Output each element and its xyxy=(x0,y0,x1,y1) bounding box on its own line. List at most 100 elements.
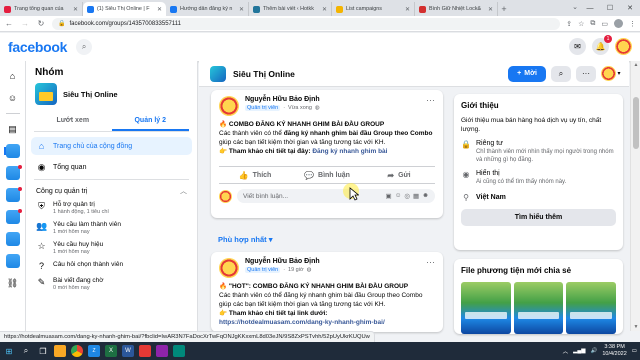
browser-tab[interactable]: Hướng dẫn đăng ký n ✕ xyxy=(166,2,249,16)
scrollbar-thumb[interactable] xyxy=(633,97,639,149)
tab-close-icon[interactable]: ✕ xyxy=(322,6,327,13)
minimize-icon[interactable]: — xyxy=(580,0,600,16)
task-view-icon[interactable]: ❐ xyxy=(37,345,49,357)
invite-button[interactable]: + Mời xyxy=(508,65,546,82)
post-author[interactable]: Nguyễn Hữu Bảo Định xyxy=(245,258,320,265)
tab-close-icon[interactable]: ✕ xyxy=(488,6,493,13)
tab-close-icon[interactable]: ✕ xyxy=(157,6,162,13)
account-avatar[interactable] xyxy=(615,38,632,55)
windows-start-icon[interactable]: ⊞ xyxy=(3,345,15,357)
post-cta-link[interactable]: https://hotdealmuasam.com/dang-ky-nhanh-… xyxy=(219,318,435,327)
browser-tab[interactable]: Trang tổng quan của ✕ xyxy=(0,2,83,16)
more-options-button[interactable]: ··· xyxy=(576,65,596,82)
admin-tool-item[interactable]: ☆ Yêu cầu huy hiệu 1 mới hôm nay xyxy=(26,238,197,258)
file-explorer-icon[interactable] xyxy=(54,345,66,357)
page-scrollbar[interactable]: ▲ ▼ xyxy=(630,61,640,331)
share-button[interactable]: ➦ Gửi xyxy=(363,171,435,180)
maximize-icon[interactable]: ☐ xyxy=(600,0,620,16)
media-thumbnail[interactable] xyxy=(461,282,511,334)
word-icon[interactable]: W xyxy=(122,345,134,357)
group-shortcut-icon[interactable] xyxy=(5,209,22,224)
close-window-icon[interactable]: ✕ xyxy=(620,0,640,16)
sticker-face-icon[interactable]: ☻ xyxy=(422,192,429,200)
group-shortcut-icon[interactable] xyxy=(5,187,22,202)
admin-tool-item[interactable]: ✎ Bài viết đang chờ 0 mới hôm nay xyxy=(26,274,197,294)
tray-chevron-icon[interactable]: ︿ xyxy=(563,347,569,355)
group-shortcut-icon[interactable] xyxy=(5,254,20,268)
author-avatar[interactable] xyxy=(219,258,239,278)
group-shortcut-icon[interactable] xyxy=(5,232,20,246)
share-icon[interactable]: ⇪ xyxy=(566,20,572,28)
volume-icon[interactable]: 🔊 xyxy=(590,348,597,354)
media-thumbnail[interactable] xyxy=(566,282,617,334)
admin-tool-item[interactable]: ? Câu hỏi chọn thành viên xyxy=(26,258,197,274)
group-shortcut-icon[interactable] xyxy=(5,165,22,180)
taskbar-clock[interactable]: 3:38 PM 10/4/2022 xyxy=(602,344,626,358)
admin-tool-item[interactable]: 👥 Yêu cầu làm thành viên 1 mới hôm nay xyxy=(26,218,197,238)
post-as-selector[interactable]: ▾ xyxy=(601,66,621,82)
scroll-up-icon[interactable]: ▲ xyxy=(631,62,640,68)
gif-icon[interactable]: ▦ xyxy=(413,192,419,200)
zalo-icon[interactable]: Z xyxy=(88,345,100,357)
profile-icon[interactable]: ☺ xyxy=(6,91,20,105)
taskbar-search-icon[interactable]: ⌕ xyxy=(20,345,32,357)
browser-menu-icon[interactable]: ⋮ xyxy=(629,20,636,28)
post-time[interactable]: 19 giờ xyxy=(288,267,304,273)
group-header-thumbnail[interactable] xyxy=(210,65,226,82)
chrome-icon[interactable] xyxy=(71,345,83,357)
post-cta-link[interactable]: Đăng ký nhanh ghim bài xyxy=(312,148,387,155)
bookmark-star-icon[interactable]: ☆ xyxy=(578,20,584,28)
url-input[interactable]: 🔒 facebook.com/groups/1435700833557111 xyxy=(52,17,561,30)
sticker-icon[interactable]: ▣ xyxy=(386,192,392,200)
post-more-icon[interactable]: ··· xyxy=(426,96,435,105)
author-avatar[interactable] xyxy=(219,96,239,116)
network-icon[interactable]: ▂▄▆ xyxy=(573,348,585,354)
post-time[interactable]: Vừa xong xyxy=(288,105,312,111)
emoji-icon[interactable]: ☺ xyxy=(395,192,402,200)
extensions-icon[interactable]: ⧉ xyxy=(590,20,595,28)
comment-input[interactable]: Viết bình luận... ▣ ☺ ◎ ▦ ☻ xyxy=(237,189,435,203)
like-button[interactable]: 👍 Thích xyxy=(219,171,291,180)
admin-tool-item[interactable]: ⛨ Hỗ trợ quản trị 1 hành động, 1 tiêu chí xyxy=(26,198,197,218)
facebook-logo[interactable]: facebook xyxy=(8,39,67,55)
sort-selector[interactable]: Phù hợp nhất ▾ xyxy=(218,235,273,244)
group-shortcut-icon[interactable] xyxy=(5,144,20,158)
excel-icon[interactable]: X xyxy=(105,345,117,357)
messenger-icon[interactable]: ✉ xyxy=(569,38,586,55)
search-icon[interactable]: ⌕ xyxy=(76,39,93,55)
browser-tab[interactable]: (1) Siêu Thị Online | F ✕ xyxy=(83,2,166,16)
app-icon[interactable] xyxy=(139,345,151,357)
browser-tab[interactable]: Bình Giữ Nhiệt Lock& ✕ xyxy=(415,2,498,16)
home-icon[interactable]: ⌂ xyxy=(6,69,20,83)
tab-close-icon[interactable]: ✕ xyxy=(239,6,244,13)
learn-more-button[interactable]: Tìm hiểu thêm xyxy=(461,209,616,226)
app-icon[interactable] xyxy=(156,345,168,357)
group-header-name[interactable]: Siêu Thị Online xyxy=(233,69,295,79)
tab-browse[interactable]: Lướt xem xyxy=(34,113,112,131)
tab-search-icon[interactable]: ⌄ xyxy=(572,3,578,11)
admin-tools-section[interactable]: Công cụ quản trị ︿ xyxy=(26,184,197,198)
group-nav-item[interactable]: ◉ Tổng quan xyxy=(31,158,192,176)
forward-icon[interactable]: → xyxy=(20,19,30,28)
tab-close-icon[interactable]: ✕ xyxy=(73,6,78,13)
post-more-icon[interactable]: ··· xyxy=(426,258,435,267)
notifications-icon[interactable]: 🔔 1 xyxy=(592,35,612,55)
comment-button[interactable]: 💬 Bình luận xyxy=(291,171,363,180)
notification-center-icon[interactable]: ▭ xyxy=(632,348,637,354)
camera-icon[interactable]: ◎ xyxy=(404,192,410,200)
app-icon[interactable] xyxy=(173,345,185,357)
tab-close-icon[interactable]: ✕ xyxy=(405,6,410,13)
browser-profile-avatar[interactable] xyxy=(614,19,623,28)
groups-icon[interactable]: ▤ xyxy=(6,122,20,136)
post-author[interactable]: Nguyễn Hữu Bảo Định xyxy=(245,96,320,103)
browser-tab[interactable]: List campaigns ✕ xyxy=(332,2,415,16)
group-nav-item[interactable]: ⌂ Trang chủ của cộng đồng xyxy=(31,137,192,155)
current-group[interactable]: Siêu Thị Online xyxy=(35,83,189,105)
back-icon[interactable]: ← xyxy=(4,19,14,28)
browser-tab[interactable]: Thêm bài viết ‹ Hotkk ✕ xyxy=(249,2,332,16)
media-thumbnail[interactable] xyxy=(513,282,564,334)
reload-icon[interactable]: ↻ xyxy=(36,19,46,28)
tab-manage[interactable]: Quản lý 2 xyxy=(111,113,189,131)
group-search-button[interactable]: ⌕ xyxy=(551,65,571,82)
new-tab-icon[interactable]: + xyxy=(498,2,510,16)
